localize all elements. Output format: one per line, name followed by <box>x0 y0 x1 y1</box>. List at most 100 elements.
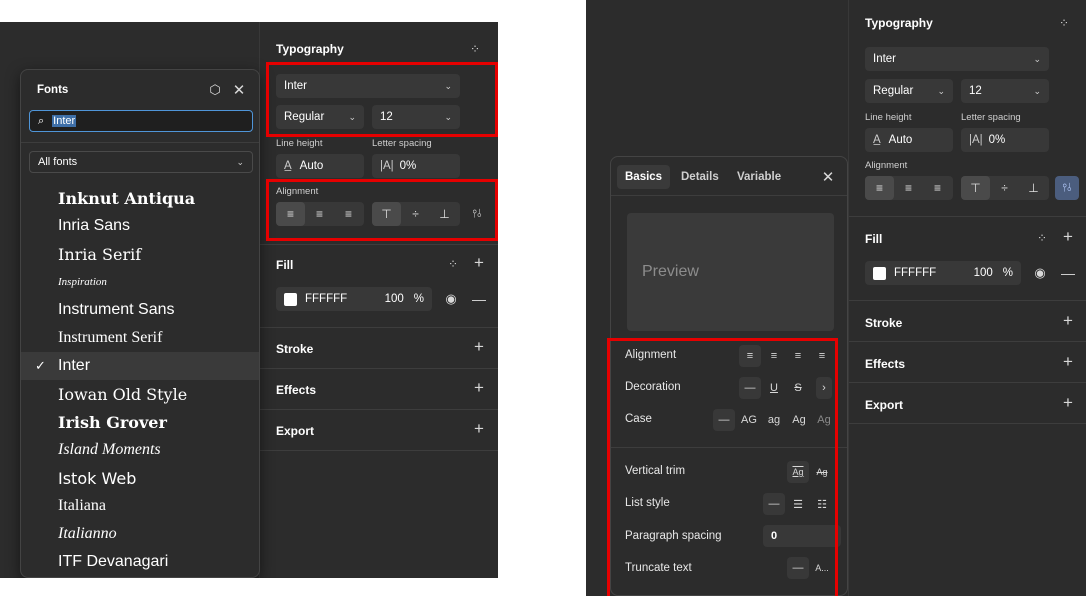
smallcaps-option[interactable]: Ag <box>812 409 836 431</box>
letter-spacing-input[interactable]: |A| 0% <box>372 154 460 178</box>
case-label: Case <box>625 413 652 425</box>
align-left-icon[interactable]: ≡ <box>865 176 894 200</box>
more-text-options-icon[interactable]: ⫯⫰ <box>1055 176 1079 200</box>
align-middle-icon[interactable]: ÷ <box>990 176 1019 200</box>
font-list-item[interactable]: Italianno <box>21 520 259 548</box>
font-list-item[interactable]: Inria Sans <box>21 212 259 240</box>
paragraph-spacing-input[interactable]: 0 <box>763 525 841 547</box>
align-left-icon[interactable]: ≡ <box>276 202 305 226</box>
uppercase-option[interactable]: AG <box>737 409 761 431</box>
font-list-item[interactable]: Italiana <box>21 492 259 520</box>
align-justify-icon[interactable]: ≡ <box>811 345 833 367</box>
fill-color-field[interactable]: FFFFFF 100 % <box>865 261 1021 285</box>
add-export-icon[interactable]: + <box>470 419 488 438</box>
text-properties-popover: Basics Details Variable ✕ Preview Alignm… <box>610 156 848 596</box>
font-settings-icon[interactable]: ⬡ <box>207 82 223 98</box>
align-middle-icon[interactable]: ÷ <box>401 202 430 226</box>
font-filter-select[interactable]: All fonts ⌄ <box>29 151 253 173</box>
add-export-icon[interactable]: + <box>1059 393 1077 412</box>
truncate-option[interactable]: A... <box>811 557 833 579</box>
font-list-item[interactable]: Instrument Serif <box>21 324 259 352</box>
font-list-item[interactable]: Inspiration <box>21 268 259 296</box>
type-settings-icon[interactable]: ⁘ <box>1055 14 1073 32</box>
add-fill-icon[interactable]: + <box>470 253 488 272</box>
underline-icon[interactable]: U <box>763 377 785 399</box>
align-center-icon[interactable]: ≡ <box>894 176 923 200</box>
font-search-input[interactable]: ⌕ Inter <box>29 110 253 132</box>
remove-fill-icon[interactable]: — <box>470 290 488 308</box>
font-list-item-label: Italiana <box>58 497 106 514</box>
font-list-item-selected[interactable]: ✓ Inter <box>21 352 259 380</box>
effects-title: Effects <box>276 383 317 397</box>
font-family-select[interactable]: Inter ⌄ <box>276 74 460 98</box>
color-swatch[interactable] <box>873 266 886 280</box>
color-swatch[interactable] <box>284 292 297 306</box>
font-list-item[interactable]: Island Moments <box>21 436 259 464</box>
font-list-item[interactable]: Iowan Old Style <box>21 380 259 408</box>
strikethrough-icon[interactable]: S <box>787 377 809 399</box>
add-effect-icon[interactable]: + <box>470 378 488 397</box>
type-settings-icon[interactable]: ⁘ <box>466 40 484 58</box>
font-family-value: Inter <box>873 53 897 65</box>
align-right-icon[interactable]: ≡ <box>334 202 363 226</box>
add-fill-icon[interactable]: + <box>1059 227 1077 246</box>
no-truncate-icon[interactable]: — <box>787 557 809 579</box>
trim-standard-option[interactable]: Ag <box>787 461 809 483</box>
no-decoration-icon[interactable]: — <box>739 377 761 399</box>
no-list-icon[interactable]: — <box>763 493 785 515</box>
font-list-item[interactable]: ITF Devanagari <box>21 548 259 576</box>
tab-details[interactable]: Details <box>673 165 727 189</box>
styles-grid-icon[interactable]: ⁘ <box>444 255 462 273</box>
close-icon[interactable]: ✕ <box>231 82 247 99</box>
vertical-trim-label: Vertical trim <box>625 465 686 477</box>
align-center-icon[interactable]: ≡ <box>763 345 785 367</box>
font-list-item[interactable]: Instrument Sans <box>21 296 259 324</box>
add-effect-icon[interactable]: + <box>1059 352 1077 371</box>
fill-color-field[interactable]: FFFFFF 100 % <box>276 287 432 311</box>
align-top-icon[interactable]: ⊤ <box>372 202 401 226</box>
left-screenshot: Typography ⁘ Inter ⌄ Regular ⌄ 12 ⌄ Line he… <box>0 22 498 578</box>
font-weight-select[interactable]: Regular ⌄ <box>276 105 364 129</box>
divider <box>849 423 1086 424</box>
tab-variable[interactable]: Variable <box>729 165 789 189</box>
align-center-icon[interactable]: ≡ <box>305 202 334 226</box>
remove-fill-icon[interactable]: — <box>1059 264 1077 282</box>
stroke-title: Stroke <box>276 342 314 356</box>
font-list-item[interactable]: Inria Serif <box>21 240 259 268</box>
lowercase-option[interactable]: ag <box>762 409 786 431</box>
font-size-select[interactable]: 12 ⌄ <box>961 79 1049 103</box>
tab-basics[interactable]: Basics <box>617 165 671 189</box>
line-height-value: Auto <box>299 160 324 172</box>
align-right-icon[interactable]: ≡ <box>923 176 952 200</box>
add-stroke-icon[interactable]: + <box>1059 311 1077 330</box>
line-height-input[interactable]: A̲ Auto <box>276 154 364 178</box>
trim-cap-height-option[interactable]: Ag <box>811 461 833 483</box>
font-size-select[interactable]: 12 ⌄ <box>372 105 460 129</box>
close-icon[interactable]: ✕ <box>819 168 837 186</box>
styles-grid-icon[interactable]: ⁘ <box>1033 229 1051 247</box>
more-text-options-icon[interactable]: ⫯⫰ <box>468 205 486 223</box>
chevron-right-icon[interactable]: › <box>816 377 832 399</box>
align-bottom-icon[interactable]: ⊥ <box>430 202 459 226</box>
line-height-input[interactable]: A̲ Auto <box>865 128 953 152</box>
add-stroke-icon[interactable]: + <box>470 337 488 356</box>
chevron-down-icon: ⌄ <box>1033 53 1041 64</box>
align-bottom-icon[interactable]: ⊥ <box>1019 176 1048 200</box>
letter-spacing-input[interactable]: |A| 0% <box>961 128 1049 152</box>
no-case-icon[interactable]: — <box>713 409 735 431</box>
numbered-list-icon[interactable]: ☷ <box>811 493 833 515</box>
font-weight-select[interactable]: Regular ⌄ <box>865 79 953 103</box>
eye-icon[interactable]: ◉ <box>1031 264 1049 282</box>
font-list-item[interactable]: Istok Web <box>21 464 259 492</box>
titlecase-option[interactable]: Ag <box>787 409 811 431</box>
font-family-select[interactable]: Inter ⌄ <box>865 47 1049 71</box>
font-list-item[interactable]: Irish Grover <box>21 408 259 436</box>
divider <box>849 300 1086 301</box>
align-right-icon[interactable]: ≡ <box>787 345 809 367</box>
bulleted-list-icon[interactable]: ☰ <box>787 493 809 515</box>
alignment-label: Alignment <box>276 186 319 197</box>
font-list-item[interactable]: Inknut Antiqua <box>21 184 259 212</box>
eye-icon[interactable]: ◉ <box>442 290 460 308</box>
align-left-icon[interactable]: ≡ <box>739 345 761 367</box>
align-top-icon[interactable]: ⊤ <box>961 176 990 200</box>
